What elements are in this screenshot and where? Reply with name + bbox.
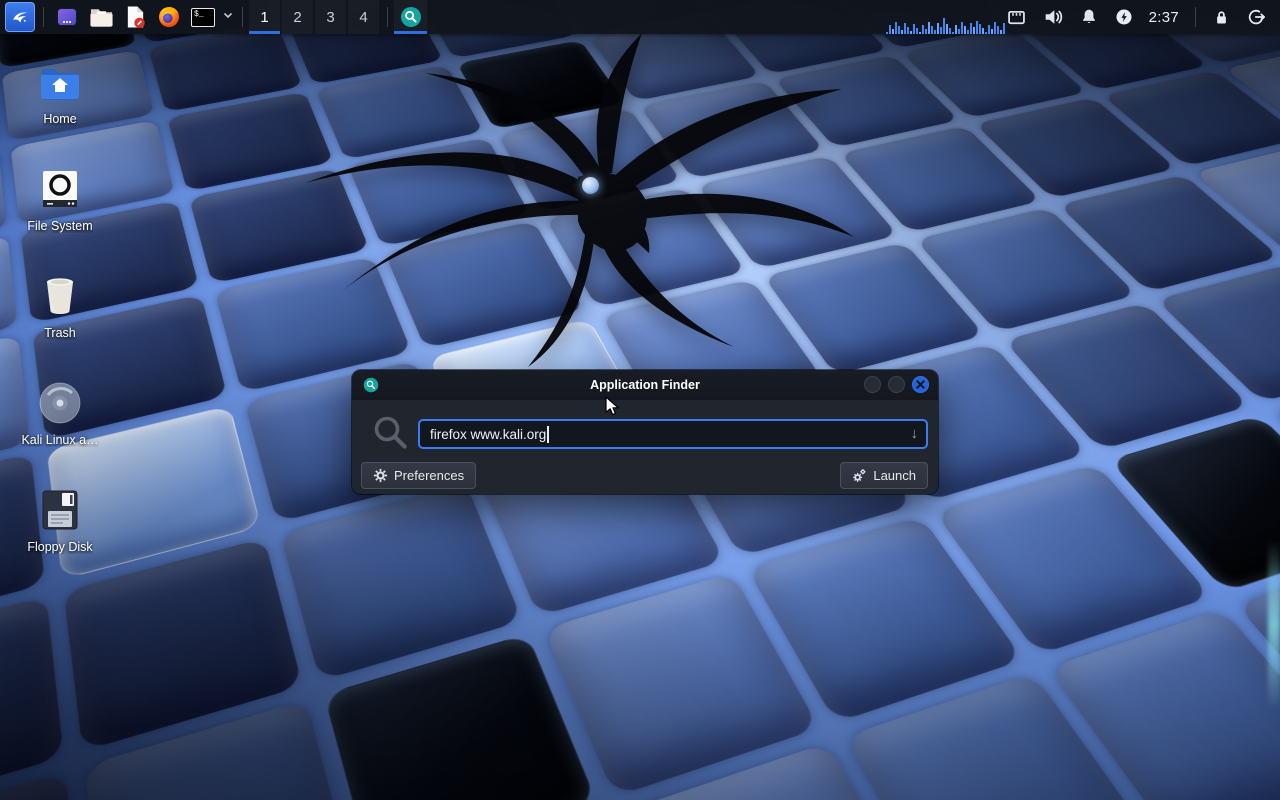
panel-separator (242, 7, 243, 27)
close-icon (916, 380, 925, 389)
workspace-number: 3 (326, 9, 334, 26)
screen-lock-button[interactable] (1212, 8, 1231, 27)
firefox-button[interactable] (154, 2, 184, 32)
volume-tray-button[interactable] (1042, 6, 1064, 28)
kali-dragon-silhouette (250, 15, 950, 375)
text-editor-button[interactable] (120, 2, 150, 32)
minimize-button[interactable] (864, 376, 881, 393)
launch-button[interactable]: Launch (840, 462, 928, 489)
desktop-icon-trash[interactable]: Trash (8, 267, 112, 374)
workspace-1[interactable]: 1 (249, 0, 280, 34)
panel-separator (387, 7, 388, 27)
workspace-2[interactable]: 2 (282, 0, 313, 34)
home-folder-icon (39, 59, 81, 105)
workspace-number: 2 (293, 9, 301, 26)
clock[interactable]: 2:37 (1149, 9, 1179, 26)
notifications-tray-button[interactable] (1079, 7, 1099, 27)
desktop-icon-list: Home File System Trash (8, 53, 112, 588)
launch-icon (852, 468, 867, 483)
glass-sphere (582, 177, 599, 194)
firefox-icon (157, 5, 181, 29)
search-input[interactable]: firefox www.kali.org ↓ (418, 419, 928, 449)
window-controls (864, 376, 929, 393)
bell-icon (1079, 7, 1099, 27)
workspace-number: 4 (359, 9, 367, 26)
lock-icon (1212, 8, 1231, 27)
search-icon (370, 412, 412, 454)
desktop-icon-label: Kali Linux a… (21, 433, 98, 447)
desktop-icon-home[interactable]: Home (8, 53, 112, 160)
terminal-dropdown-button[interactable] (220, 8, 236, 26)
desktop-icon-label: File System (27, 219, 92, 233)
application-finder-window: Application Finder firefox www.kali.org … (352, 370, 938, 494)
file-manager-button[interactable] (86, 2, 116, 32)
show-desktop-button[interactable] (52, 2, 82, 32)
panel-left-group: $_ 1 2 3 4 (0, 0, 427, 34)
desktop-icon-kali-cd[interactable]: Kali Linux a… (8, 374, 112, 481)
desktop-icon-file-system[interactable]: File System (8, 160, 112, 267)
gear-icon (373, 468, 388, 483)
text-editor-icon (124, 5, 147, 29)
logout-icon (1246, 7, 1266, 27)
terminal-glyph-text: $_ (194, 10, 204, 19)
panel-separator (43, 7, 44, 27)
floppy-disk-icon (41, 487, 79, 533)
power-manager-tray-button[interactable] (1114, 7, 1134, 27)
power-manager-icon (1114, 7, 1134, 27)
panel-tray-group: 2:37 (1006, 0, 1280, 34)
top-panel: $_ 1 2 3 4 (0, 0, 1280, 34)
desktop-icon-label: Floppy Disk (27, 540, 92, 554)
workspace-4[interactable]: 4 (348, 0, 379, 34)
workspace-3[interactable]: 3 (315, 0, 346, 34)
trash-bin-icon (40, 273, 80, 319)
desktop-icon-label: Trash (44, 326, 76, 340)
logout-button[interactable] (1246, 7, 1266, 27)
search-input-value: firefox www.kali.org (430, 427, 546, 442)
file-system-drive-icon (40, 166, 80, 212)
applications-menu-button[interactable] (5, 2, 35, 32)
network-monitor-graph[interactable] (886, 17, 1010, 34)
launch-label: Launch (873, 468, 916, 483)
application-finder-icon (400, 6, 422, 28)
preferences-label: Preferences (394, 468, 464, 483)
folder-icon (89, 6, 114, 28)
desktop-icon-label: Home (43, 112, 76, 126)
window-title: Application Finder (352, 378, 938, 392)
text-caret (547, 426, 549, 443)
kali-cd-disc-icon (38, 380, 82, 426)
input-device-tray-button[interactable] (1006, 7, 1027, 28)
chevron-down-icon (222, 9, 234, 21)
workspace-number: 1 (260, 9, 268, 26)
kali-logo-icon (9, 6, 31, 28)
window-icon (363, 377, 379, 393)
desktop-icon-floppy[interactable]: Floppy Disk (8, 481, 112, 588)
dropdown-arrow-icon[interactable]: ↓ (911, 425, 919, 442)
panel-separator (1195, 7, 1196, 27)
input-device-icon (1006, 7, 1027, 28)
terminal-button[interactable]: $_ (188, 2, 218, 32)
volume-icon (1042, 6, 1064, 28)
maximize-button[interactable] (888, 376, 905, 393)
terminal-icon: $_ (191, 8, 215, 27)
show-desktop-icon (55, 5, 79, 29)
close-button[interactable] (912, 376, 929, 393)
preferences-button[interactable]: Preferences (361, 462, 476, 489)
application-finder-task-button[interactable] (394, 0, 427, 34)
titlebar[interactable]: Application Finder (352, 370, 938, 400)
